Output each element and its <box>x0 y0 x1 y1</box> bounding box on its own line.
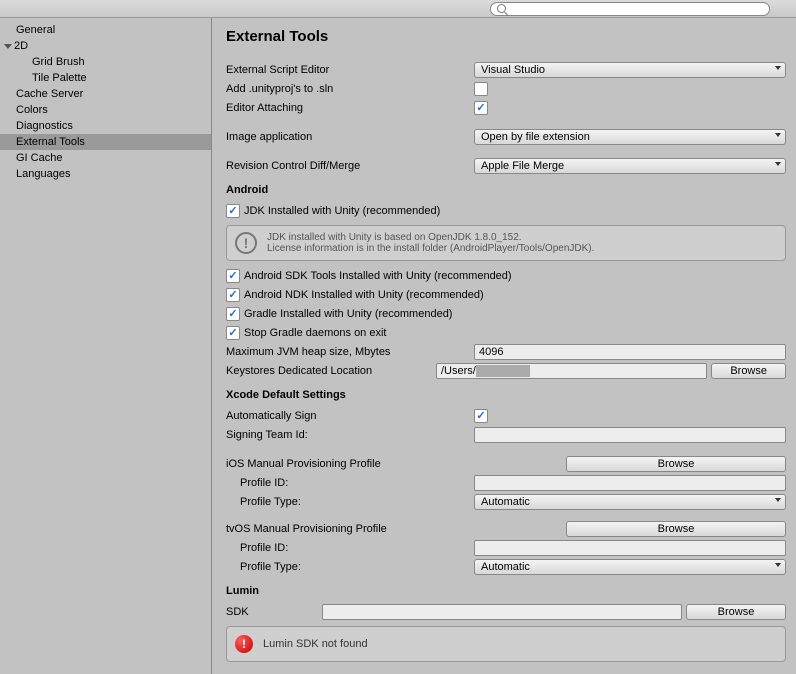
input-keystore[interactable]: /Users/ <box>436 363 707 379</box>
checkbox-stop-gradle[interactable]: ✓ <box>226 326 240 340</box>
sidebar-item-gi-cache[interactable]: GI Cache <box>0 150 211 166</box>
heading-ios-profile: iOS Manual Provisioning Profile <box>226 458 474 470</box>
label-ios-profile-id: Profile ID: <box>226 477 474 489</box>
checkbox-add-unityproj[interactable] <box>474 82 488 96</box>
sidebar-item-external-tools[interactable]: External Tools <box>0 134 211 150</box>
dropdown-external-script-editor[interactable]: Visual Studio <box>474 62 786 78</box>
error-icon: ! <box>235 635 253 653</box>
sidebar-item-general[interactable]: General <box>0 22 211 38</box>
redacted-text <box>476 365 530 377</box>
label-external-script-editor: External Script Editor <box>226 64 474 76</box>
browse-button-lumin-sdk[interactable]: Browse <box>686 604 786 620</box>
dropdown-tvos-profile-type[interactable]: Automatic <box>474 559 786 575</box>
page-title: External Tools <box>226 28 786 45</box>
label-revision-control: Revision Control Diff/Merge <box>226 160 474 172</box>
checkbox-jdk[interactable]: ✓ <box>226 204 240 218</box>
label-sdk-tools: Android SDK Tools Installed with Unity (… <box>244 270 512 282</box>
sidebar-item-2d[interactable]: 2D <box>0 38 211 54</box>
sidebar-item-tile-palette[interactable]: Tile Palette <box>0 70 211 86</box>
input-signing-team[interactable] <box>474 427 786 443</box>
label-max-heap: Maximum JVM heap size, Mbytes <box>226 346 474 358</box>
search-input[interactable] <box>490 2 770 16</box>
content-pane: External Tools External Script Editor Vi… <box>212 18 796 674</box>
dropdown-image-application[interactable]: Open by file extension <box>474 129 786 145</box>
error-box-lumin: ! Lumin SDK not found <box>226 626 786 662</box>
input-tvos-profile-id[interactable] <box>474 540 786 556</box>
label-image-application: Image application <box>226 131 474 143</box>
label-editor-attaching: Editor Attaching <box>226 102 474 114</box>
info-icon: ! <box>235 232 257 254</box>
sidebar-item-diagnostics[interactable]: Diagnostics <box>0 118 211 134</box>
label-tvos-profile-type: Profile Type: <box>226 561 474 573</box>
label-jdk: JDK Installed with Unity (recommended) <box>244 205 440 217</box>
label-ios-profile-type: Profile Type: <box>226 496 474 508</box>
heading-lumin: Lumin <box>226 585 786 597</box>
browse-button-ios-profile[interactable]: Browse <box>566 456 786 472</box>
toolbar <box>0 0 796 18</box>
browse-button-tvos-profile[interactable]: Browse <box>566 521 786 537</box>
search-icon <box>497 4 506 13</box>
info-line1: JDK installed with Unity is based on Ope… <box>267 232 594 243</box>
label-stop-gradle: Stop Gradle daemons on exit <box>244 327 386 339</box>
info-box-jdk: ! JDK installed with Unity is based on O… <box>226 225 786 261</box>
sidebar-item-colors[interactable]: Colors <box>0 102 211 118</box>
checkbox-auto-sign[interactable]: ✓ <box>474 409 488 423</box>
sidebar-item-label: 2D <box>14 40 28 52</box>
info-line2: License information is in the install fo… <box>267 243 594 254</box>
browse-button-keystore[interactable]: Browse <box>711 363 786 379</box>
input-lumin-sdk[interactable] <box>322 604 682 620</box>
label-tvos-profile-id: Profile ID: <box>226 542 474 554</box>
label-add-unityproj: Add .unityproj's to .sln <box>226 83 474 95</box>
input-max-heap[interactable]: 4096 <box>474 344 786 360</box>
disclosure-triangle-icon <box>4 44 12 49</box>
dropdown-revision-control[interactable]: Apple File Merge <box>474 158 786 174</box>
label-keystore: Keystores Dedicated Location <box>226 365 436 377</box>
checkbox-ndk[interactable]: ✓ <box>226 288 240 302</box>
sidebar-item-grid-brush[interactable]: Grid Brush <box>0 54 211 70</box>
checkbox-sdk-tools[interactable]: ✓ <box>226 269 240 283</box>
label-auto-sign: Automatically Sign <box>226 410 474 422</box>
sidebar-item-languages[interactable]: Languages <box>0 166 211 182</box>
input-ios-profile-id[interactable] <box>474 475 786 491</box>
heading-xcode: Xcode Default Settings <box>226 389 786 401</box>
error-text: Lumin SDK not found <box>263 638 368 650</box>
sidebar: General 2D Grid Brush Tile Palette Cache… <box>0 18 212 674</box>
sidebar-item-cache-server[interactable]: Cache Server <box>0 86 211 102</box>
label-signing-team: Signing Team Id: <box>226 429 474 441</box>
label-gradle: Gradle Installed with Unity (recommended… <box>244 308 452 320</box>
label-ndk: Android NDK Installed with Unity (recomm… <box>244 289 484 301</box>
checkbox-gradle[interactable]: ✓ <box>226 307 240 321</box>
heading-tvos-profile: tvOS Manual Provisioning Profile <box>226 523 474 535</box>
checkbox-editor-attaching[interactable]: ✓ <box>474 101 488 115</box>
heading-android: Android <box>226 184 786 196</box>
dropdown-ios-profile-type[interactable]: Automatic <box>474 494 786 510</box>
label-lumin-sdk: SDK <box>226 606 322 618</box>
